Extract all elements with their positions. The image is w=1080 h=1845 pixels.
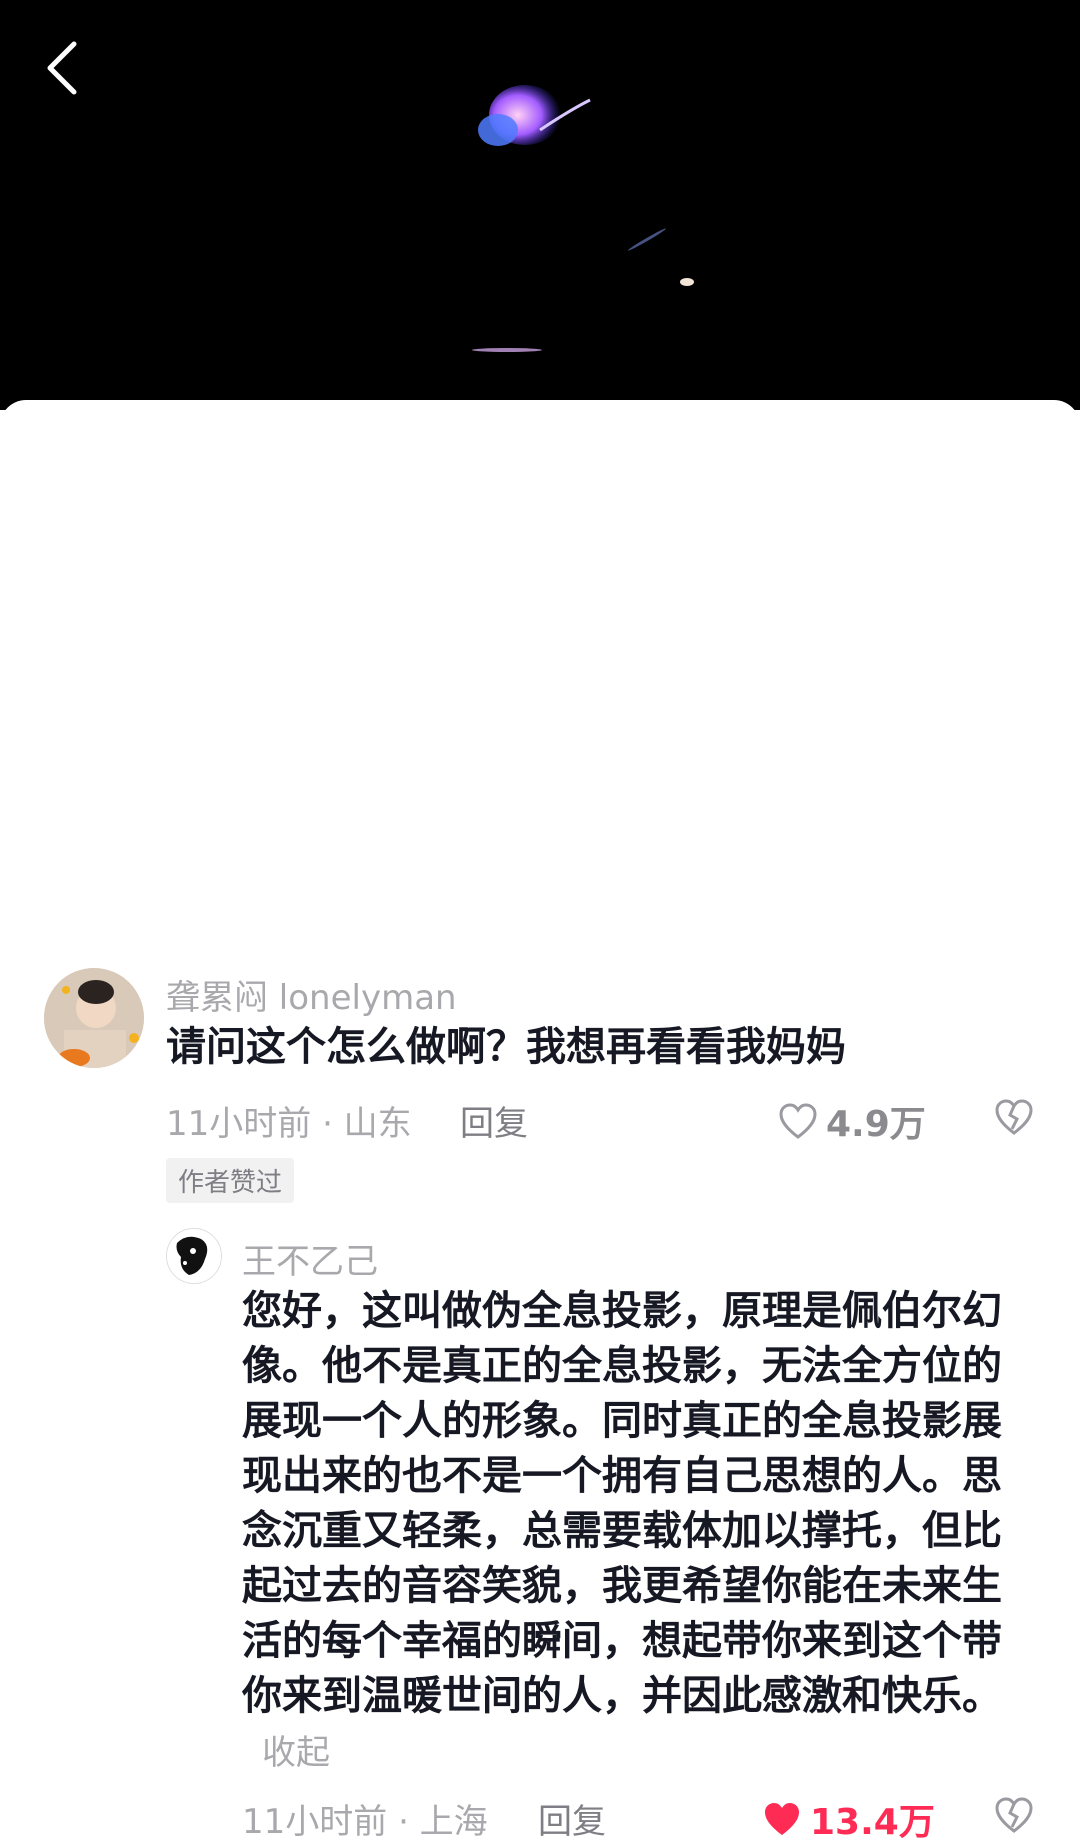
- reply-button[interactable]: 回复: [460, 1096, 528, 1145]
- avatar-image: [44, 968, 144, 1068]
- butterfly-hologram-image: [478, 85, 591, 146]
- broken-heart-icon[interactable]: [994, 1795, 1034, 1835]
- reply-avatar[interactable]: [166, 1228, 222, 1284]
- comment-username[interactable]: 聋累闷 lonelyman: [166, 970, 457, 1019]
- chevron-left-icon[interactable]: [40, 38, 90, 98]
- light-spot: [680, 278, 694, 286]
- light-streak: [472, 348, 542, 352]
- reply-like-count: 13.4万: [810, 1802, 935, 1843]
- reply-body: 您好，这叫做伪全息投影，原理是佩伯尔幻像。他不是真正的全息投影，无法全方位的展现…: [242, 1288, 1002, 1719]
- author-liked-badge: 作者赞过: [166, 1158, 295, 1203]
- like-count: 4.9万: [826, 1104, 926, 1145]
- avatar-image: [167, 1229, 221, 1283]
- video-player[interactable]: [0, 0, 1080, 410]
- comment-text: 请问这个怎么做啊？我想再看看我妈妈: [166, 1024, 846, 1070]
- like-button[interactable]: 4.9万: [778, 1095, 926, 1147]
- reply-text: 您好，这叫做伪全息投影，原理是佩伯尔幻像。他不是真正的全息投影，无法全方位的展现…: [242, 1284, 1032, 1781]
- light-streak: [627, 227, 667, 252]
- broken-heart-icon[interactable]: [994, 1097, 1034, 1137]
- reply-time-location: 11小时前 · 上海: [242, 1802, 488, 1842]
- reply-username[interactable]: 王不乙己: [242, 1234, 378, 1283]
- comment-time-location: 11小时前 · 山东: [166, 1104, 412, 1144]
- avatar[interactable]: [44, 968, 144, 1068]
- reply-like-button[interactable]: 13.4万: [762, 1793, 935, 1845]
- collapse-button[interactable]: 收起: [262, 1733, 330, 1773]
- heart-filled-icon: [765, 1803, 799, 1835]
- reply-reply-button[interactable]: 回复: [538, 1794, 606, 1843]
- heart-icon: [779, 1103, 817, 1139]
